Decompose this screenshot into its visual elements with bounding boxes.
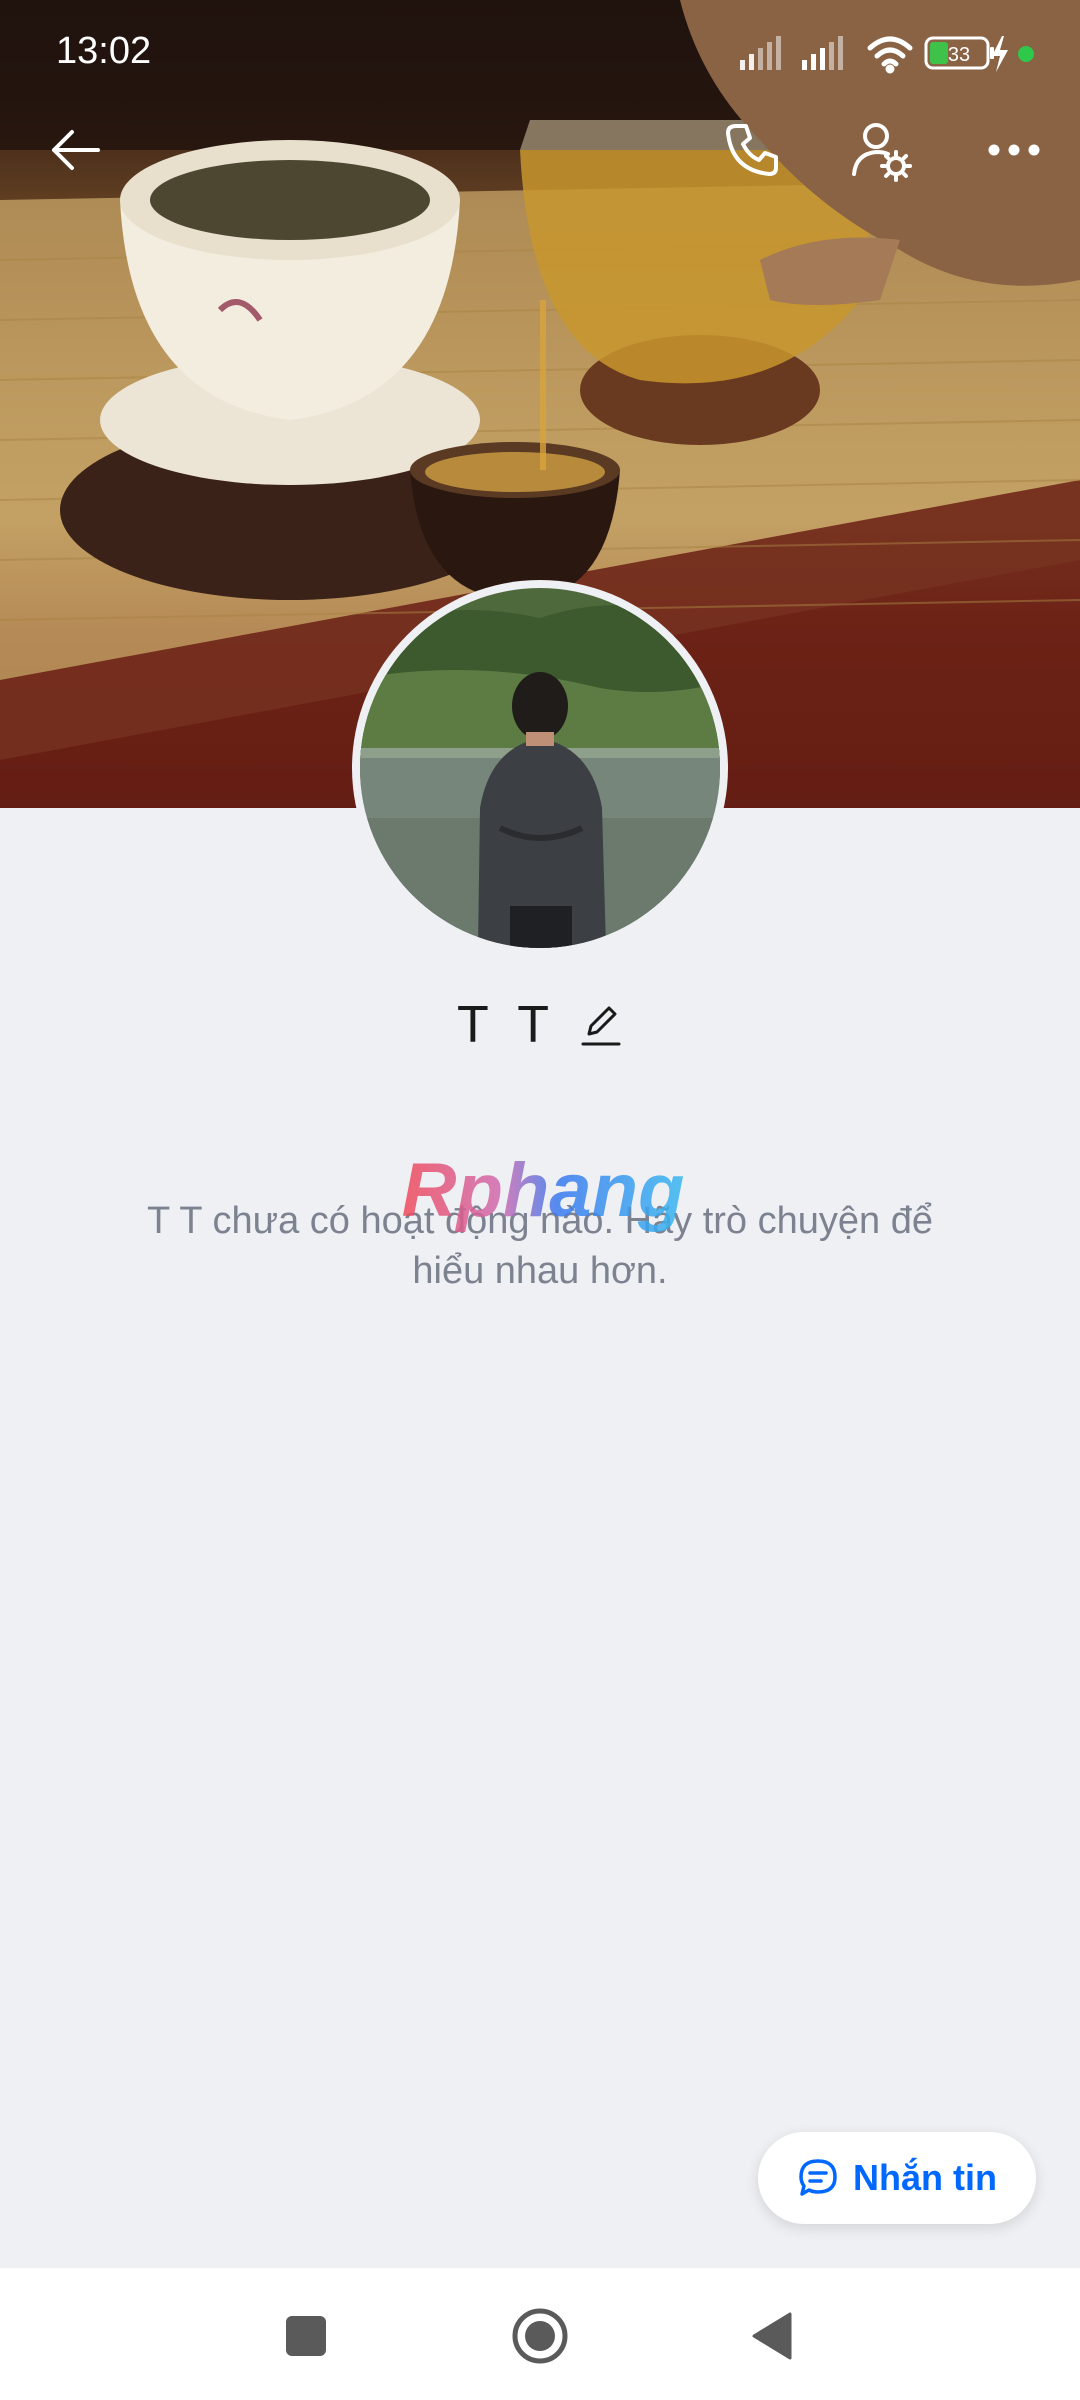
arrow-left-icon — [52, 130, 100, 170]
status-bar: 13:02 33 — [0, 0, 1080, 110]
avatar[interactable] — [352, 580, 728, 956]
more-horizontal-icon — [988, 144, 1040, 156]
pencil-icon[interactable] — [579, 1000, 623, 1050]
signal-icon — [802, 36, 843, 70]
wifi-icon — [867, 36, 913, 74]
call-button[interactable] — [712, 110, 792, 190]
phone-icon — [726, 124, 778, 176]
square-icon[interactable] — [274, 2304, 338, 2368]
profile-name-row: T T — [0, 995, 1080, 1055]
status-time: 13:02 — [56, 30, 152, 72]
svg-text:33: 33 — [948, 44, 970, 66]
user-gear-icon — [852, 123, 912, 182]
system-nav-bar — [0, 2268, 1080, 2400]
profile-name: T T — [456, 996, 558, 1054]
avatar-image — [360, 588, 720, 948]
more-button[interactable] — [974, 110, 1054, 190]
back-button[interactable] — [36, 110, 116, 190]
notification-dot-icon — [1018, 46, 1034, 62]
battery-icon: 33 — [924, 36, 994, 70]
send-message-button[interactable]: Nhắn tin — [758, 2132, 1036, 2224]
watermark-logo: Rphang — [402, 1148, 685, 1233]
chat-bubble-icon — [799, 2159, 837, 2196]
svg-text:Rphang: Rphang — [402, 1148, 685, 1233]
status-icons: 33 — [740, 36, 1034, 74]
charging-icon — [992, 36, 1008, 72]
signal-icon — [740, 36, 781, 70]
triangle-back-icon[interactable] — [742, 2304, 806, 2368]
circle-icon[interactable] — [508, 2304, 572, 2368]
send-message-label: Nhắn tin — [853, 2157, 997, 2198]
profile-settings-button[interactable] — [842, 110, 922, 190]
